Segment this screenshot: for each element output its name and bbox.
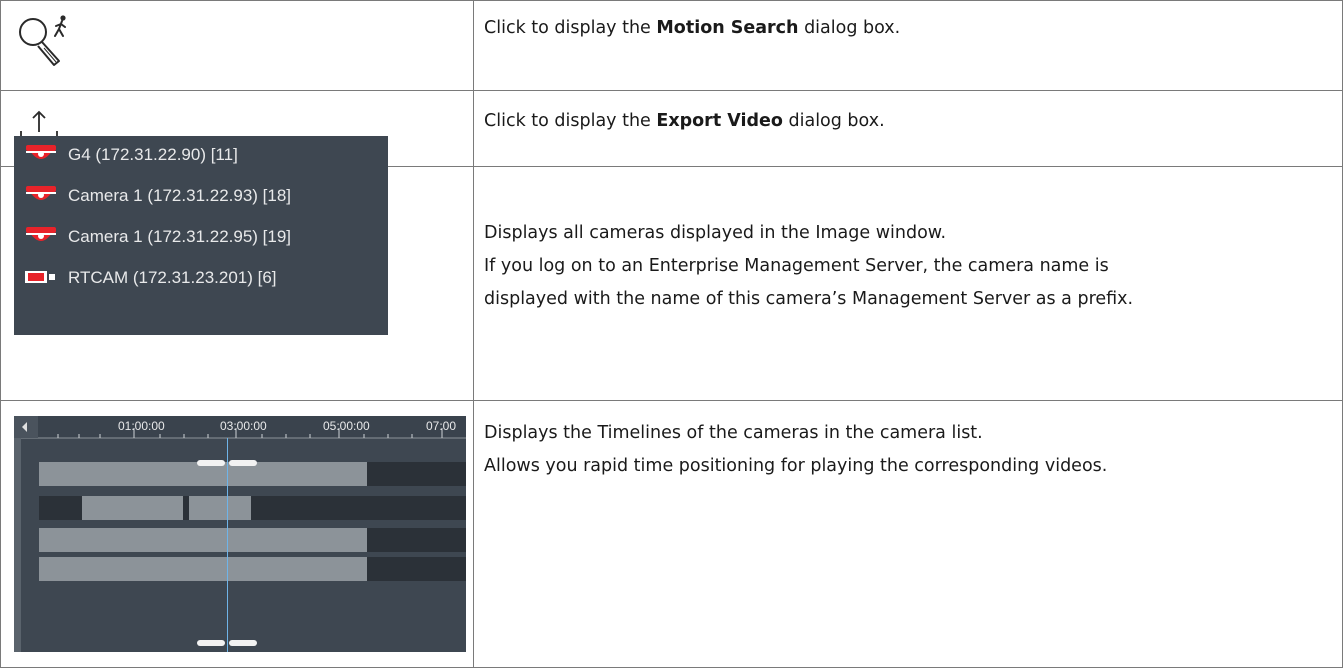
camera-name: RTCAM (172.31.23.201) [6] [68,268,277,287]
camera-list-description: Displays all cameras displayed in the Im… [484,223,1134,309]
tick-label: 05:00:00 [323,419,370,433]
row-divider [0,90,1343,91]
camera-name: G4 (172.31.22.90) [11] [68,145,238,164]
row-divider [0,400,1343,401]
export-video-description: Click to display the Export Video dialog… [484,111,885,131]
cursor-handle-top[interactable] [197,452,257,466]
export-video-term: Export Video [656,111,783,131]
timeline-track[interactable] [39,496,466,520]
dome-camera-icon [26,145,56,159]
camera-name: Camera 1 (172.31.22.95) [19] [68,227,292,246]
timeline-track[interactable] [39,528,466,552]
camera-name: Camera 1 (172.31.22.93) [18] [68,186,292,205]
motion-search-description: Click to display the Motion Search dialo… [484,18,901,38]
list-item[interactable]: Camera 1 (172.31.22.95) [19] [14,217,388,257]
time-cursor[interactable] [227,438,228,652]
motion-search-term: Motion Search [656,18,799,38]
column-divider [473,0,474,668]
box-camera-icon [25,271,55,283]
list-item[interactable]: RTCAM (172.31.23.201) [6] [14,258,388,298]
timeline-panel: 01:00:00 03:00:00 05:00:00 07:00 [14,416,466,652]
dome-camera-icon [26,186,56,200]
timeline-description: Displays the Timelines of the cameras in… [484,423,1108,476]
camera-list: G4 (172.31.22.90) [11] Camera 1 (172.31.… [14,136,388,335]
cursor-handle-bottom[interactable] [197,632,257,646]
table-border-left [0,0,1,668]
list-item[interactable]: G4 (172.31.22.90) [11] [14,135,388,175]
tick-label: 01:00:00 [118,419,165,433]
list-item[interactable]: Camera 1 (172.31.22.93) [18] [14,176,388,216]
motion-search-icon[interactable] [16,14,66,70]
timeline-track[interactable] [39,557,466,581]
feature-table: Click to display the Motion Search dialo… [0,0,1343,668]
dome-camera-icon [26,227,56,241]
table-border-top [0,0,1343,1]
tick-label: 03:00:00 [220,419,267,433]
tick-label: 07:00 [426,419,457,433]
